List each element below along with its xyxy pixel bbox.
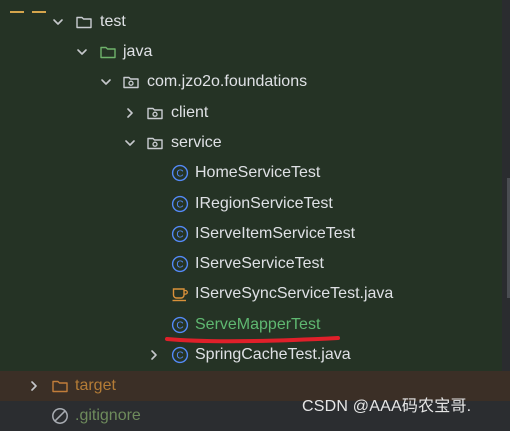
class-icon: C	[171, 225, 189, 243]
class-icon: C	[171, 164, 189, 182]
svg-text:C: C	[176, 200, 183, 211]
excluded-folder-icon	[52, 380, 68, 393]
class-icon: C	[171, 255, 189, 273]
tree-item-label: IServeSyncServiceTest.java	[195, 285, 394, 302]
cut-off-row-icons	[10, 0, 56, 13]
folder-icon	[76, 16, 92, 29]
svg-text:C: C	[176, 351, 183, 362]
tree-item-label: IServeServiceTest	[195, 255, 324, 272]
tree-row-service[interactable]: service	[0, 128, 510, 158]
tree-row-java[interactable]: java	[0, 37, 510, 67]
tree-row-class[interactable]: C IRegionServiceTest	[0, 189, 510, 219]
chevron-right-icon[interactable]	[123, 106, 137, 120]
tree-row-class-highlighted[interactable]: C ServeMapperTest	[0, 310, 510, 340]
tree-item-label: test	[100, 13, 126, 30]
tree-item-label: HomeServiceTest	[195, 164, 321, 181]
svg-text:C: C	[176, 169, 183, 180]
class-icon: C	[171, 316, 189, 334]
tree-row-class[interactable]: C SpringCacheTest.java	[0, 340, 510, 370]
tree-row-test[interactable]: test	[0, 7, 510, 37]
tree-item-label: com.jzo2o.foundations	[147, 73, 308, 90]
tree-row-class[interactable]: C IServeItemServiceTest	[0, 219, 510, 249]
tree-item-label: SpringCacheTest.java	[195, 346, 351, 363]
chevron-down-icon[interactable]	[123, 136, 137, 150]
ignore-file-icon	[52, 408, 68, 424]
svg-text:C: C	[176, 260, 183, 271]
package-icon	[147, 107, 163, 120]
tree-item-label: IRegionServiceTest	[195, 195, 333, 212]
vertical-scrollbar[interactable]	[502, 0, 510, 371]
tree-row-class[interactable]: C HomeServiceTest	[0, 158, 510, 188]
chevron-down-icon[interactable]	[51, 15, 65, 29]
class-icon: C	[171, 195, 189, 213]
tree-item-label: service	[171, 134, 222, 151]
tree-row-package-root[interactable]: com.jzo2o.foundations	[0, 67, 510, 97]
tree-item-label: .gitignore	[75, 407, 141, 424]
svg-text:C: C	[176, 321, 183, 332]
test-source-folder-icon	[100, 46, 116, 59]
tree-row-client[interactable]: client	[0, 98, 510, 128]
package-icon	[147, 137, 163, 150]
svg-text:C: C	[176, 230, 183, 241]
tree-row-class[interactable]: C IServeServiceTest	[0, 249, 510, 279]
tree-item-label: java	[123, 43, 153, 60]
package-icon	[123, 76, 139, 89]
chevron-down-icon[interactable]	[75, 45, 89, 59]
tree-item-label: ServeMapperTest	[195, 316, 321, 333]
class-icon: C	[171, 346, 189, 364]
tree-row-java-file[interactable]: IServeSyncServiceTest.java	[0, 279, 510, 309]
tree-item-label: IServeItemServiceTest	[195, 225, 356, 242]
chevron-down-icon[interactable]	[99, 75, 113, 89]
tree-item-label: target	[75, 377, 116, 394]
csdn-watermark: CSDN @AAA码农宝哥.	[302, 398, 472, 415]
chevron-right-icon[interactable]	[147, 348, 161, 362]
tree-item-label: client	[171, 104, 209, 121]
java-file-icon	[172, 288, 188, 302]
chevron-right-icon[interactable]	[27, 379, 41, 393]
